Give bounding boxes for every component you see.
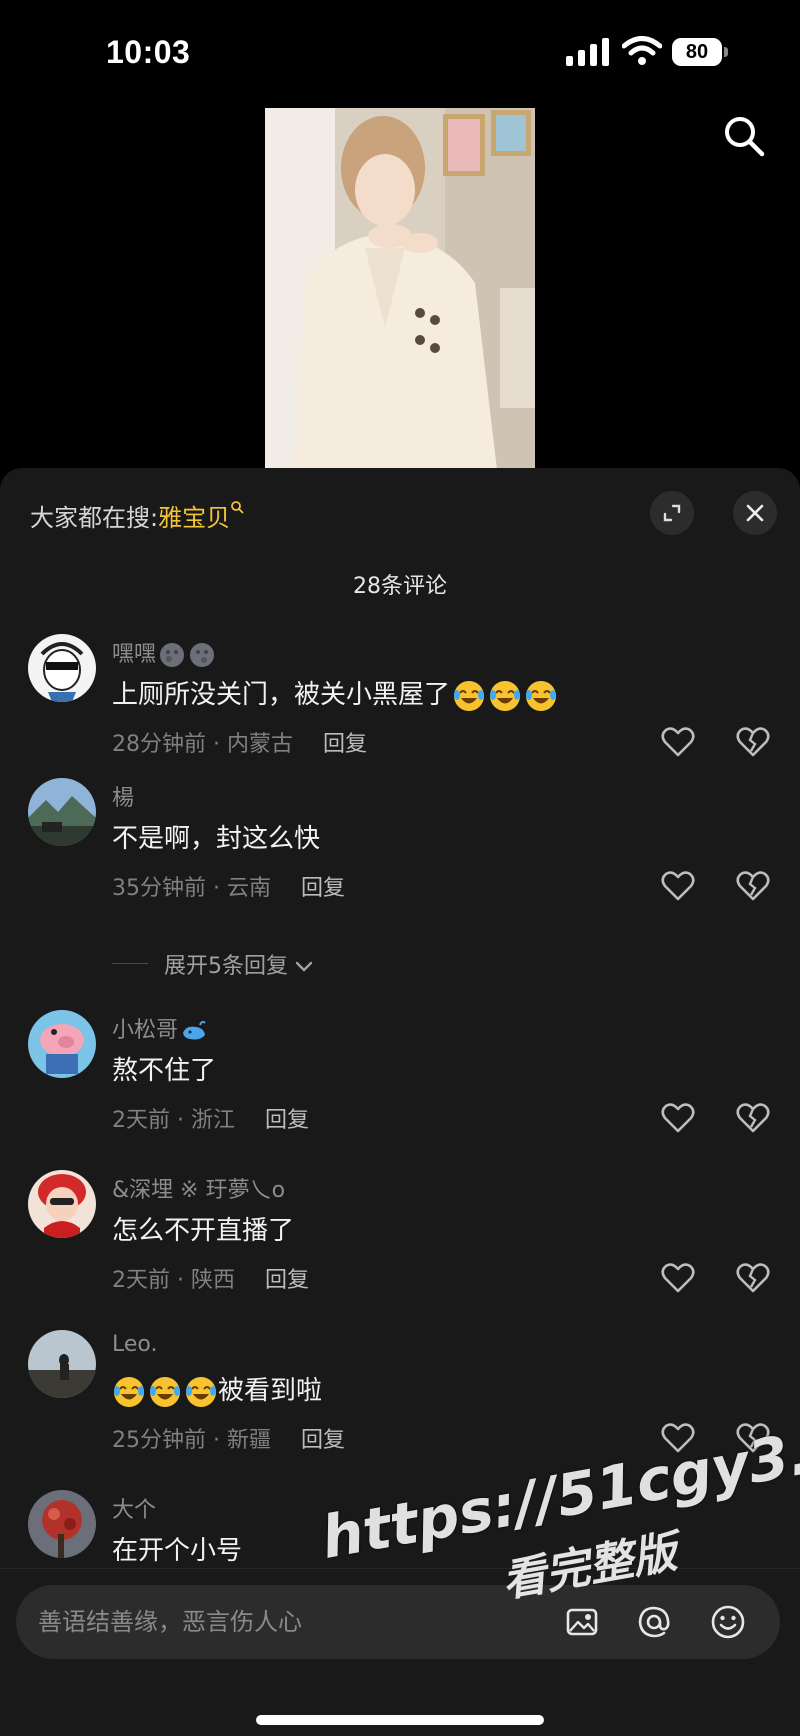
status-bar: 10:03 80 — [0, 0, 800, 100]
comment-meta: 2天前 · 陕西 回复 — [112, 1262, 309, 1294]
video-area[interactable] — [0, 100, 800, 470]
comment-username[interactable]: 小松哥 — [112, 1012, 208, 1045]
laugh-cry-emoji-icon — [114, 1376, 144, 1407]
comment-text: 被看到啦 — [112, 1370, 322, 1409]
at-icon[interactable] — [636, 1604, 672, 1640]
heart-outline-icon[interactable] — [660, 1420, 696, 1456]
search-icon[interactable] — [722, 114, 766, 158]
avatar[interactable] — [28, 1170, 96, 1238]
home-indicator[interactable] — [256, 1715, 544, 1725]
close-icon — [746, 504, 764, 522]
broken-heart-icon[interactable] — [735, 1260, 771, 1296]
heart-outline-icon[interactable] — [660, 1100, 696, 1136]
expand-replies-label: 展开5条回复 — [164, 948, 313, 980]
heart-outline-icon[interactable] — [660, 1260, 696, 1296]
laugh-cry-emoji-icon — [150, 1376, 180, 1407]
trending-label: 大家都在搜: — [30, 504, 159, 532]
comment-meta: 35分钟前 · 云南 回复 — [112, 870, 345, 902]
divider — [112, 963, 148, 964]
whale-emoji-icon — [183, 1020, 206, 1040]
clock: 10:03 — [106, 34, 191, 70]
battery-level: 80 — [672, 38, 722, 66]
comment-item[interactable]: &深埋 ※ 玗夢乀o 怎么不开直播了 2天前 · 陕西 回复 — [0, 1170, 800, 1320]
comment-input-bar — [0, 1568, 800, 1736]
comment-input-container[interactable] — [16, 1585, 780, 1659]
reply-button[interactable]: 回复 — [301, 1422, 345, 1454]
comment-username[interactable]: 嘿嘿 — [112, 636, 216, 669]
comment-item[interactable]: 小松哥 熬不住了 2天前 · 浙江 回复 — [0, 1010, 800, 1160]
comment-count: 28条评论 — [353, 574, 447, 599]
video-image — [265, 108, 535, 470]
reply-button[interactable]: 回复 — [265, 1102, 309, 1134]
reply-button[interactable]: 回复 — [301, 870, 345, 902]
avatar[interactable] — [28, 1010, 96, 1078]
laugh-cry-emoji-icon — [454, 680, 485, 711]
close-button[interactable] — [733, 491, 777, 535]
heart-outline-icon[interactable] — [660, 724, 696, 760]
reply-button[interactable]: 回复 — [323, 726, 367, 758]
trending-keyword[interactable]: 雅宝贝 — [158, 504, 230, 532]
moon-emoji-icon — [190, 643, 215, 667]
search-icon — [231, 501, 244, 514]
laugh-cry-emoji-icon — [490, 680, 521, 711]
smiley-icon[interactable] — [710, 1604, 746, 1640]
wifi-icon — [622, 36, 662, 65]
laugh-cry-emoji-icon — [526, 680, 557, 711]
cellular-signal-icon — [566, 38, 609, 66]
comment-text: 在开个小号 — [112, 1536, 243, 1566]
moon-emoji-icon — [160, 643, 185, 667]
expand-button[interactable] — [650, 491, 694, 535]
broken-heart-icon[interactable] — [735, 724, 771, 760]
avatar[interactable] — [28, 778, 96, 846]
image-icon[interactable] — [564, 1604, 600, 1640]
comment-item[interactable]: 楊 不是啊，封这么快 35分钟前 · 云南 回复 — [0, 778, 800, 928]
comment-meta: 28分钟前 · 内蒙古 回复 — [112, 726, 367, 758]
comment-username[interactable]: 大个 — [112, 1492, 156, 1524]
broken-heart-icon[interactable] — [735, 1100, 771, 1136]
expand-icon — [663, 504, 681, 522]
comment-input[interactable] — [38, 1585, 538, 1659]
heart-outline-icon[interactable] — [660, 868, 696, 904]
laugh-cry-emoji-icon — [186, 1376, 216, 1407]
comment-meta: 2天前 · 浙江 回复 — [112, 1102, 309, 1134]
broken-heart-icon[interactable] — [735, 868, 771, 904]
comment-sheet: 大家都在搜:雅宝贝 28条评论 嘿嘿 上厕所没关门，被关小黑屋了 28分钟前 ·… — [0, 468, 800, 1736]
trending-search[interactable]: 大家都在搜:雅宝贝 — [30, 498, 244, 533]
comment-text: 上厕所没关门，被关小黑屋了 — [112, 674, 558, 713]
comment-username[interactable]: &深埋 ※ 玗夢乀o — [112, 1172, 285, 1204]
comment-text: 熬不住了 — [112, 1056, 217, 1086]
comment-username[interactable]: 楊 — [112, 780, 134, 812]
comment-text: 怎么不开直播了 — [112, 1216, 295, 1246]
avatar[interactable] — [28, 1490, 96, 1558]
video-thumbnail[interactable] — [265, 108, 535, 470]
comment-meta: 25分钟前 · 新疆 回复 — [112, 1422, 345, 1454]
battery-indicator: 80 — [672, 38, 728, 66]
comment-item[interactable]: Leo. 被看到啦 25分钟前 · 新疆 回复 — [0, 1330, 800, 1480]
broken-heart-icon[interactable] — [735, 1420, 771, 1456]
comment-item[interactable]: 嘿嘿 上厕所没关门，被关小黑屋了 28分钟前 · 内蒙古 回复 — [0, 634, 800, 784]
comment-text: 不是啊，封这么快 — [112, 824, 321, 854]
battery-nub — [724, 47, 728, 57]
chevron-down-icon — [295, 961, 313, 972]
comment-username[interactable]: Leo. — [112, 1332, 157, 1357]
avatar[interactable] — [28, 634, 96, 702]
avatar[interactable] — [28, 1330, 96, 1398]
reply-button[interactable]: 回复 — [265, 1262, 309, 1294]
